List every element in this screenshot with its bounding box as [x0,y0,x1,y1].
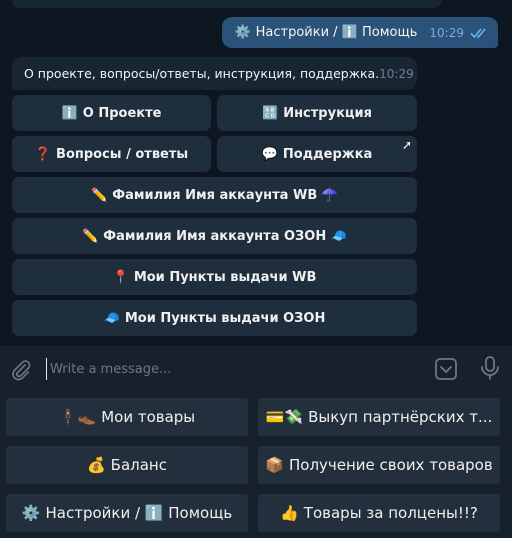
reply-keyboard: 🕴👞 Мои товары 💳💸 Выкуп партнёрских т... … [0,392,512,538]
pin-icon: 📍 [112,269,129,285]
reply-button-label: Товары за полцены!!? [303,504,478,522]
inline-button-wb-pickup[interactable]: 📍 Мои Пункты выдачи WB [12,259,417,295]
microphone-icon[interactable] [479,355,501,381]
reply-button-label: Мои товары [101,408,196,426]
info-icon: ℹ️ [61,105,78,121]
card-money-icon: 💳💸 [265,408,304,426]
previous-message-bubble [12,0,442,8]
reply-button-settings-help[interactable]: ⚙️ Настройки / ℹ️ Помощь [6,494,248,532]
incoming-message-time: 10:29 [379,66,414,81]
money-bag-icon: 💰 [86,456,106,474]
inline-button-label: Инструкция [283,105,372,121]
reply-button-partner-buyout[interactable]: 💳💸 Выкуп партнёрских т... [258,398,500,436]
chat-area: ⚙️ Настройки / ℹ️ Помощь 10:29 О проекте… [0,0,512,346]
message-input[interactable] [46,358,416,380]
inline-button-support[interactable]: 💬 Поддержка ➚ [217,136,417,172]
double-check-icon [470,27,486,38]
inline-button-instruction[interactable]: 🔠 Инструкция [217,95,417,131]
inline-button-ozon-name[interactable]: ✏️ Фамилия Имя аккаунта ОЗОН 🧢 [12,218,417,254]
speech-bubble-icon: 💬 [261,146,278,162]
abcd-icon: 🔠 [262,105,279,121]
reply-button-label: Получение своих товаров [288,456,493,474]
outgoing-message-time: 10:29 [429,25,464,40]
inline-button-ozon-pickup[interactable]: 🧢 Мои Пункты выдачи ОЗОН [12,300,417,336]
inline-button-label: О Проекте [82,105,162,121]
outgoing-message-text: Настройки / ℹ️ Помощь [255,25,418,40]
question-icon: ❓ [34,146,52,162]
inline-button-wb-name[interactable]: ✏️ Фамилия Имя аккаунта WB ☂️ [12,177,417,213]
inline-button-label: Фамилия Имя аккаунта WB ☂️ [112,187,338,203]
gear-emoji: ⚙️ [234,25,251,40]
reply-button-receive-goods[interactable]: 📦 Получение своих товаров [258,446,500,484]
inline-button-faq[interactable]: ❓ Вопросы / ответы [12,136,211,172]
inline-button-about[interactable]: ℹ️ О Проекте [12,95,211,131]
pencil-icon: ✏️ [82,228,99,244]
cap-icon: 🧢 [103,310,120,326]
inline-button-label: Фамилия Имя аккаунта ОЗОН 🧢 [103,228,347,244]
thumbs-up-icon: 👍 [280,504,299,522]
external-link-icon: ➚ [401,138,412,152]
inline-button-label: Мои Пункты выдачи ОЗОН [124,310,326,326]
package-icon: 📦 [265,456,284,474]
inline-button-label: Вопросы / ответы [56,146,189,162]
pencil-icon: ✏️ [91,187,108,203]
man-shoe-icon: 🕴👞 [58,408,97,426]
gear-icon: ⚙️ [21,504,41,522]
inline-button-label: Мои Пункты выдачи WB [133,269,317,285]
outgoing-message[interactable]: ⚙️ Настройки / ℹ️ Помощь 10:29 [222,17,498,48]
keyboard-toggle-icon[interactable] [434,357,458,381]
inline-button-label: Поддержка [282,146,373,162]
incoming-message-text: О проекте, вопросы/ответы, инструкция, п… [24,66,380,81]
reply-button-half-price[interactable]: 👍 Товары за полцены!!? [258,494,500,532]
reply-button-label: Настройки / ℹ️ Помощь [45,504,233,522]
reply-button-balance[interactable]: 💰 Баланс [6,446,248,484]
reply-button-label: Баланс [110,456,167,474]
paperclip-icon[interactable] [10,359,32,381]
reply-button-label: Выкуп партнёрских т... [308,408,493,426]
incoming-message[interactable]: О проекте, вопросы/ответы, инструкция, п… [12,57,417,90]
reply-button-my-goods[interactable]: 🕴👞 Мои товары [6,398,248,436]
